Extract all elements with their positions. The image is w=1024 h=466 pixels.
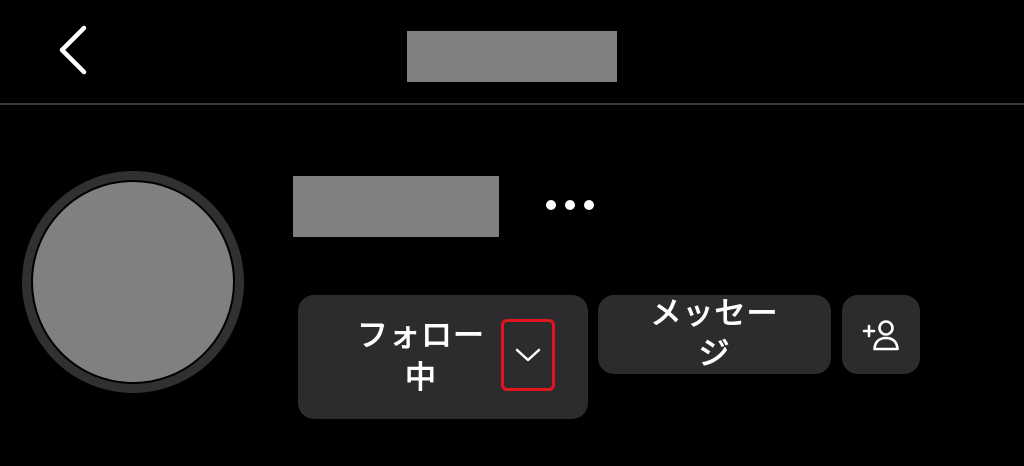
add-user-button[interactable] (842, 295, 920, 374)
following-label: フォロー 中 (346, 315, 496, 399)
page-title (407, 31, 617, 82)
header-divider (0, 103, 1024, 105)
more-dots-icon (546, 200, 594, 210)
message-label-line1: メッセー (650, 295, 779, 332)
message-label: メッセー ジ (620, 294, 810, 374)
more-options-button[interactable] (536, 190, 604, 220)
back-button[interactable] (44, 18, 100, 82)
avatar-image (31, 180, 235, 384)
message-label-line2: ジ (698, 335, 731, 372)
avatar[interactable] (22, 171, 244, 393)
chevron-left-icon (59, 25, 87, 75)
following-dropdown-button[interactable] (501, 319, 555, 391)
chevron-down-icon (515, 348, 541, 362)
username (293, 176, 499, 237)
add-user-icon (862, 319, 899, 350)
following-button[interactable]: フォロー 中 (298, 295, 588, 419)
following-label-line1: フォロー (357, 318, 485, 354)
header (0, 0, 1024, 105)
following-label-line2: 中 (405, 360, 437, 396)
message-button[interactable]: メッセー ジ (598, 295, 831, 374)
